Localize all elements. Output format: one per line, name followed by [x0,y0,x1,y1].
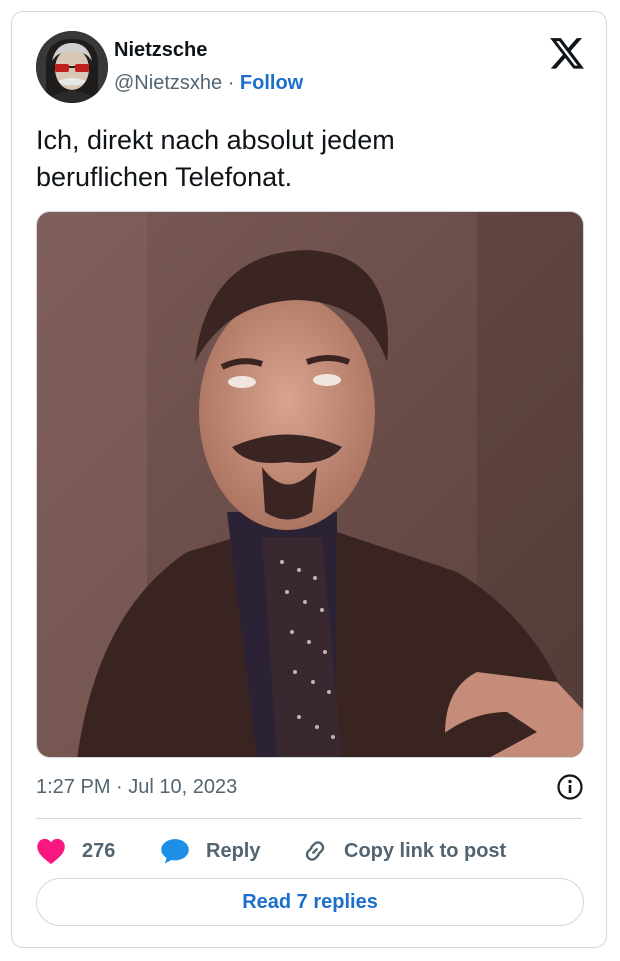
divider [36,818,582,819]
speech-bubble-icon [161,839,189,864]
heart-icon [37,838,65,865]
read-replies-button[interactable]: Read 7 replies [36,878,584,926]
like-count: 276 [82,839,116,862]
reply-label: Reply [206,839,261,862]
tweet-timestamp[interactable]: 1:27 PM · Jul 10, 2023 [36,776,237,799]
author-handle[interactable]: @Nietzsxhe [114,72,222,94]
author-name[interactable]: Nietzsche [114,39,207,62]
x-logo-icon[interactable] [550,36,584,70]
info-icon[interactable] [556,773,584,801]
meme-photo [37,212,583,757]
avatar-image [36,31,108,103]
meta-separator: · [227,72,235,94]
tweet-card: Nietzsche @Nietzsxhe · Follow Ich, direk… [11,11,607,948]
action-bar: 276 Reply Copy link to post [36,833,584,869]
reply-button[interactable]: Reply [160,833,260,869]
like-button[interactable]: 276 [36,833,115,869]
tweet-text: Ich, direkt nach absolut jedem beruflich… [36,122,576,196]
link-icon [305,841,325,861]
tweet-image[interactable] [36,211,584,758]
tweet-text-line: Ich, direkt nach absolut jedem [36,125,395,155]
avatar[interactable] [36,31,108,103]
author-meta: @Nietzsxhe · Follow [114,72,303,95]
follow-link[interactable]: Follow [240,72,303,94]
read-replies-label: Read 7 replies [242,890,378,913]
copy-link-button[interactable]: Copy link to post [300,833,506,869]
copy-link-label: Copy link to post [344,839,507,862]
tweet-text-line: beruflichen Telefonat. [36,162,293,192]
